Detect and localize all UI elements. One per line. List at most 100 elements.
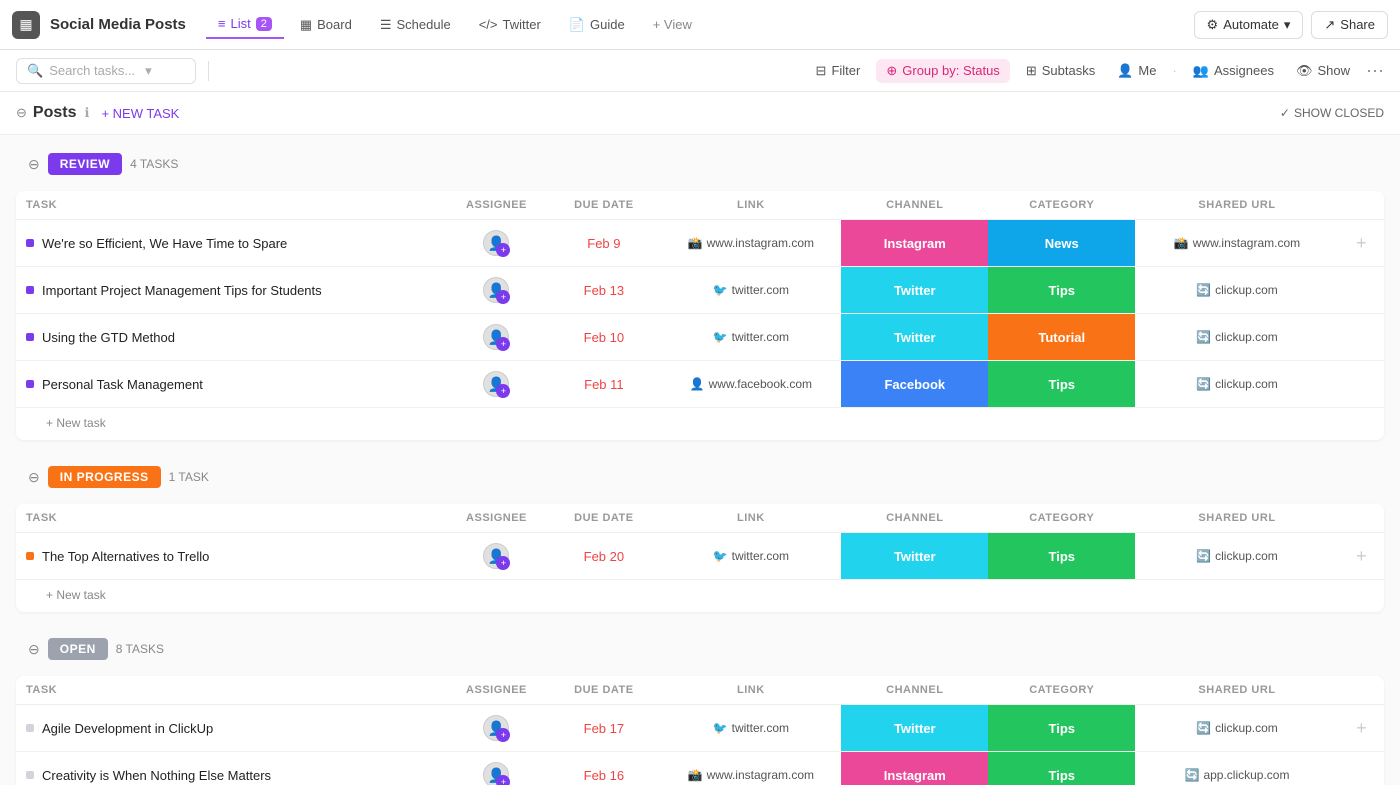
due-date-cell[interactable]: Feb 20 <box>547 533 660 580</box>
link-cell[interactable]: 🐦twitter.com <box>670 549 831 563</box>
project-title: Social Media Posts <box>50 16 186 33</box>
add-assignee-icon[interactable]: + <box>496 556 510 570</box>
add-assignee-icon[interactable]: + <box>496 337 510 351</box>
add-assignee-icon[interactable]: + <box>496 728 510 742</box>
channel-cell[interactable]: Instagram <box>841 220 988 267</box>
show-closed-button[interactable]: ✓ SHOW CLOSED <box>1280 106 1384 120</box>
channel-cell[interactable]: Twitter <box>841 705 988 752</box>
shared-url-cell[interactable]: 🔄clickup.com <box>1145 721 1329 735</box>
task-count-inprogress: 1 TASK <box>169 470 209 484</box>
link-cell[interactable]: 🐦twitter.com <box>670 330 831 344</box>
me-button[interactable]: 👤 Me <box>1111 59 1162 83</box>
avatar[interactable]: 👤+ <box>483 277 509 303</box>
add-view-button[interactable]: + View <box>641 11 704 38</box>
add-assignee-icon[interactable]: + <box>496 243 510 257</box>
category-cell[interactable]: Tips <box>988 533 1135 580</box>
more-options-button[interactable]: ··· <box>1366 60 1384 81</box>
category-cell[interactable]: Tips <box>988 267 1135 314</box>
category-cell[interactable]: News <box>988 220 1135 267</box>
collapse-review-button[interactable]: ⊖ <box>28 156 40 173</box>
table-row[interactable]: Creativity is When Nothing Else Matters👤… <box>16 752 1384 785</box>
automate-button[interactable]: ⚙ Automate ▾ <box>1194 11 1304 39</box>
group-badge-open[interactable]: OPEN <box>48 638 108 660</box>
filter-button[interactable]: ⊟ Filter <box>810 59 867 83</box>
collapse-inprogress-button[interactable]: ⊖ <box>28 469 40 486</box>
add-column-button[interactable] <box>1339 314 1384 361</box>
table-row[interactable]: Personal Task Management👤+Feb 11👤www.fac… <box>16 361 1384 408</box>
subtasks-button[interactable]: ⊞ Subtasks <box>1020 59 1101 83</box>
search-box[interactable]: 🔍 Search tasks... ▾ <box>16 58 196 84</box>
link-cell[interactable]: 🐦twitter.com <box>670 721 831 735</box>
table-row[interactable]: We're so Efficient, We Have Time to Spar… <box>16 220 1384 267</box>
table-row[interactable]: Using the GTD Method👤+Feb 10🐦twitter.com… <box>16 314 1384 361</box>
shared-url-cell[interactable]: 🔄clickup.com <box>1145 330 1329 344</box>
channel-cell[interactable]: Twitter <box>841 314 988 361</box>
link-icon: 🐦 <box>713 549 728 563</box>
due-date-cell[interactable]: Feb 13 <box>547 267 660 314</box>
table-row[interactable]: Agile Development in ClickUp👤+Feb 17🐦twi… <box>16 705 1384 752</box>
tab-list[interactable]: ≡ List 2 <box>206 10 284 39</box>
due-date-cell[interactable]: Feb 11 <box>547 361 660 408</box>
add-column-button[interactable] <box>1339 752 1384 785</box>
add-column-button[interactable]: + <box>1339 705 1384 752</box>
add-column-button[interactable]: + <box>1339 220 1384 267</box>
tab-board[interactable]: ▦ Board <box>288 11 364 39</box>
avatar[interactable]: 👤+ <box>483 762 509 785</box>
shared-url-cell[interactable]: 📸www.instagram.com <box>1145 236 1329 250</box>
shared-url-cell[interactable]: 🔄clickup.com <box>1145 549 1329 563</box>
due-date-cell[interactable]: Feb 17 <box>547 705 660 752</box>
channel-cell[interactable]: Twitter <box>841 267 988 314</box>
task-status-dot <box>26 724 34 732</box>
category-cell[interactable]: Tips <box>988 705 1135 752</box>
category-cell[interactable]: Tips <box>988 752 1135 785</box>
shared-url-cell[interactable]: 🔄clickup.com <box>1145 377 1329 391</box>
due-date-cell[interactable]: Feb 9 <box>547 220 660 267</box>
tab-twitter[interactable]: </> Twitter <box>467 11 553 38</box>
add-assignee-icon[interactable]: + <box>496 290 510 304</box>
avatar[interactable]: 👤+ <box>483 324 509 350</box>
tab-schedule[interactable]: ☰ Schedule <box>368 11 463 39</box>
group-by-button[interactable]: ⊕ Group by: Status <box>876 59 1009 83</box>
link-cell[interactable]: 📸www.instagram.com <box>670 768 831 782</box>
due-date-cell[interactable]: Feb 10 <box>547 314 660 361</box>
new-task-button[interactable]: + NEW TASK <box>101 106 179 121</box>
shared-url-cell[interactable]: 🔄app.clickup.com <box>1145 768 1329 782</box>
link-cell[interactable]: 📸www.instagram.com <box>670 236 831 250</box>
add-assignee-icon[interactable]: + <box>496 384 510 398</box>
category-cell[interactable]: Tips <box>988 361 1135 408</box>
link-url-text: www.facebook.com <box>709 377 812 391</box>
add-column-button[interactable] <box>1339 361 1384 408</box>
channel-cell[interactable]: Facebook <box>841 361 988 408</box>
channel-cell[interactable]: Twitter <box>841 533 988 580</box>
new-task-row[interactable]: + New task <box>16 408 1384 441</box>
subtasks-icon: ⊞ <box>1026 63 1037 79</box>
link-icon: 🐦 <box>713 330 728 344</box>
info-icon[interactable]: ℹ <box>84 105 89 121</box>
add-column-button[interactable] <box>1339 267 1384 314</box>
tab-guide[interactable]: 📄 Guide <box>557 11 637 39</box>
channel-cell[interactable]: Instagram <box>841 752 988 785</box>
avatar[interactable]: 👤+ <box>483 230 509 256</box>
avatar[interactable]: 👤+ <box>483 715 509 741</box>
avatar[interactable]: 👤+ <box>483 543 509 569</box>
link-cell[interactable]: 🐦twitter.com <box>670 283 831 297</box>
table-row[interactable]: The Top Alternatives to Trello👤+Feb 20🐦t… <box>16 533 1384 580</box>
category-cell[interactable]: Tutorial <box>988 314 1135 361</box>
col-header-link: LINK <box>660 676 841 705</box>
add-column-button[interactable]: + <box>1339 533 1384 580</box>
avatar[interactable]: 👤+ <box>483 371 509 397</box>
share-button[interactable]: ↗ Share <box>1311 11 1388 39</box>
shared-url-cell[interactable]: 🔄clickup.com <box>1145 283 1329 297</box>
show-button[interactable]: 👁 Show <box>1290 59 1356 83</box>
assignees-button[interactable]: 👥 Assignees <box>1187 59 1280 83</box>
group-badge-review[interactable]: REVIEW <box>48 153 122 175</box>
group-badge-inprogress[interactable]: IN PROGRESS <box>48 466 161 488</box>
due-date-cell[interactable]: Feb 16 <box>547 752 660 785</box>
table-row[interactable]: Important Project Management Tips for St… <box>16 267 1384 314</box>
collapse-posts-button[interactable]: ⊖ <box>16 105 27 121</box>
link-cell[interactable]: 👤www.facebook.com <box>670 377 831 391</box>
link-icon: 📸 <box>688 768 703 782</box>
collapse-open-button[interactable]: ⊖ <box>28 641 40 658</box>
new-task-row[interactable]: + New task <box>16 580 1384 613</box>
add-assignee-icon[interactable]: + <box>496 775 510 785</box>
